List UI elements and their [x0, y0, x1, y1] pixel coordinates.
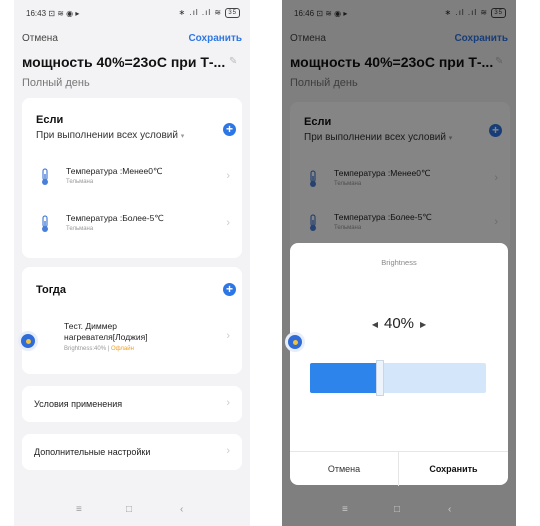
brightness-dialog: Brightness ◀ 40% ▶ Отмена Сохранить: [290, 243, 508, 486]
slider-handle[interactable]: [376, 360, 384, 396]
system-nav-bar: ≡ □ ‹: [14, 496, 250, 526]
offline-status: Офлайн: [110, 346, 134, 352]
pencil-icon[interactable]: ✎: [229, 56, 237, 67]
condition-item[interactable]: Температура :Менее0℃ Тельмана ›: [22, 164, 242, 194]
action-device-name: Тест. Диммер: [64, 321, 118, 331]
action-detail: Brightness:40%: [64, 346, 107, 352]
conditions-of-use-label: Условия применения: [34, 399, 123, 409]
thermometer-icon: [42, 215, 48, 232]
add-action-button[interactable]: +: [223, 283, 236, 296]
battery-icon: 35: [225, 8, 240, 18]
chevron-right-icon: ›: [226, 445, 230, 457]
advanced-settings-row[interactable]: Дополнительные настройки ›: [22, 434, 242, 470]
phone-screen-brightness-dialog: 16:46 ⊡ ≋ ◉ ▸ ∗ .ıl .ıl ≋ 35 Отмена Сохр…: [282, 0, 516, 526]
dialog-title: Brightness: [381, 258, 417, 267]
top-bar: Отмена Сохранить: [14, 33, 250, 47]
menu-nav-icon[interactable]: ≡: [342, 504, 348, 515]
home-nav-icon[interactable]: □: [394, 504, 400, 515]
action-item[interactable]: Тест. Диммер нагревателя[Лоджия] Brightn…: [22, 320, 242, 360]
if-title: Если: [36, 114, 64, 126]
status-notification-icons: ⊡ ≋ ◉ ▸: [48, 9, 80, 18]
dialog-save-button[interactable]: Сохранить: [399, 452, 508, 486]
condition-device: Тельмана: [66, 179, 94, 185]
condition-mode-label: При выполнении всех условий: [36, 130, 178, 141]
decrease-arrow-icon[interactable]: ◀: [372, 320, 378, 329]
conditions-of-use-row[interactable]: Условия применения ›: [22, 386, 242, 422]
dialog-footer: Отмена Сохранить: [290, 451, 508, 486]
slider-fill: [310, 363, 380, 393]
condition-device: Тельмана: [66, 226, 94, 232]
signal-icons: ∗ .ıl .ıl ≋: [178, 8, 223, 18]
menu-nav-icon[interactable]: ≡: [76, 504, 82, 515]
rule-title[interactable]: мощность 40%=23оС при Т-...: [22, 54, 225, 70]
condition-mode-selector[interactable]: При выполнении всех условий ▾: [36, 130, 184, 141]
then-title: Тогда: [36, 284, 67, 296]
action-device-room: нагревателя[Лоджия]: [64, 332, 148, 342]
chevron-right-icon: ›: [226, 217, 230, 229]
dimmer-device-icon: [18, 331, 38, 351]
condition-title: Температура :Менее0℃: [66, 166, 163, 176]
chevron-right-icon: ›: [226, 397, 230, 409]
add-condition-button[interactable]: +: [223, 123, 236, 136]
if-card: Если При выполнении всех условий ▾ + Тем…: [22, 98, 242, 258]
status-time: 16:43: [26, 9, 47, 18]
advanced-settings-label: Дополнительные настройки: [34, 447, 151, 457]
increase-arrow-icon[interactable]: ▶: [420, 320, 426, 329]
rule-schedule: Полный день: [22, 77, 90, 89]
condition-item[interactable]: Температура :Более-5℃ Тельмана ›: [22, 211, 242, 241]
dialog-cancel-button[interactable]: Отмена: [290, 452, 399, 486]
thermometer-icon: [42, 168, 48, 185]
dimmer-device-icon: [285, 332, 305, 352]
back-nav-icon[interactable]: ‹: [180, 504, 183, 515]
chevron-right-icon: ›: [226, 330, 230, 342]
brightness-value: 40%: [383, 315, 415, 332]
back-nav-icon[interactable]: ‹: [448, 504, 451, 515]
brightness-slider[interactable]: [310, 360, 486, 396]
chevron-down-icon: ▾: [180, 133, 185, 140]
phone-screen-rule-editor: 16:43 ⊡ ≋ ◉ ▸ ∗ .ıl .ıl ≋ 35 Отмена Сохр…: [14, 0, 250, 526]
condition-title: Температура :Более-5℃: [66, 213, 164, 223]
system-nav-bar: ≡ □ ‹: [282, 496, 516, 526]
cancel-button[interactable]: Отмена: [22, 33, 58, 44]
brightness-value-row: ◀ 40% ▶: [290, 315, 508, 332]
screenshot-stage: 16:43 ⊡ ≋ ◉ ▸ ∗ .ıl .ıl ≋ 35 Отмена Сохр…: [0, 0, 540, 526]
then-card: Тогда + Тест. Диммер нагревателя[Лоджия]…: [22, 267, 242, 374]
home-nav-icon[interactable]: □: [126, 504, 132, 515]
status-bar: 16:43 ⊡ ≋ ◉ ▸ ∗ .ıl .ıl ≋ 35: [14, 7, 250, 21]
save-button[interactable]: Сохранить: [188, 33, 242, 44]
chevron-right-icon: ›: [226, 170, 230, 182]
